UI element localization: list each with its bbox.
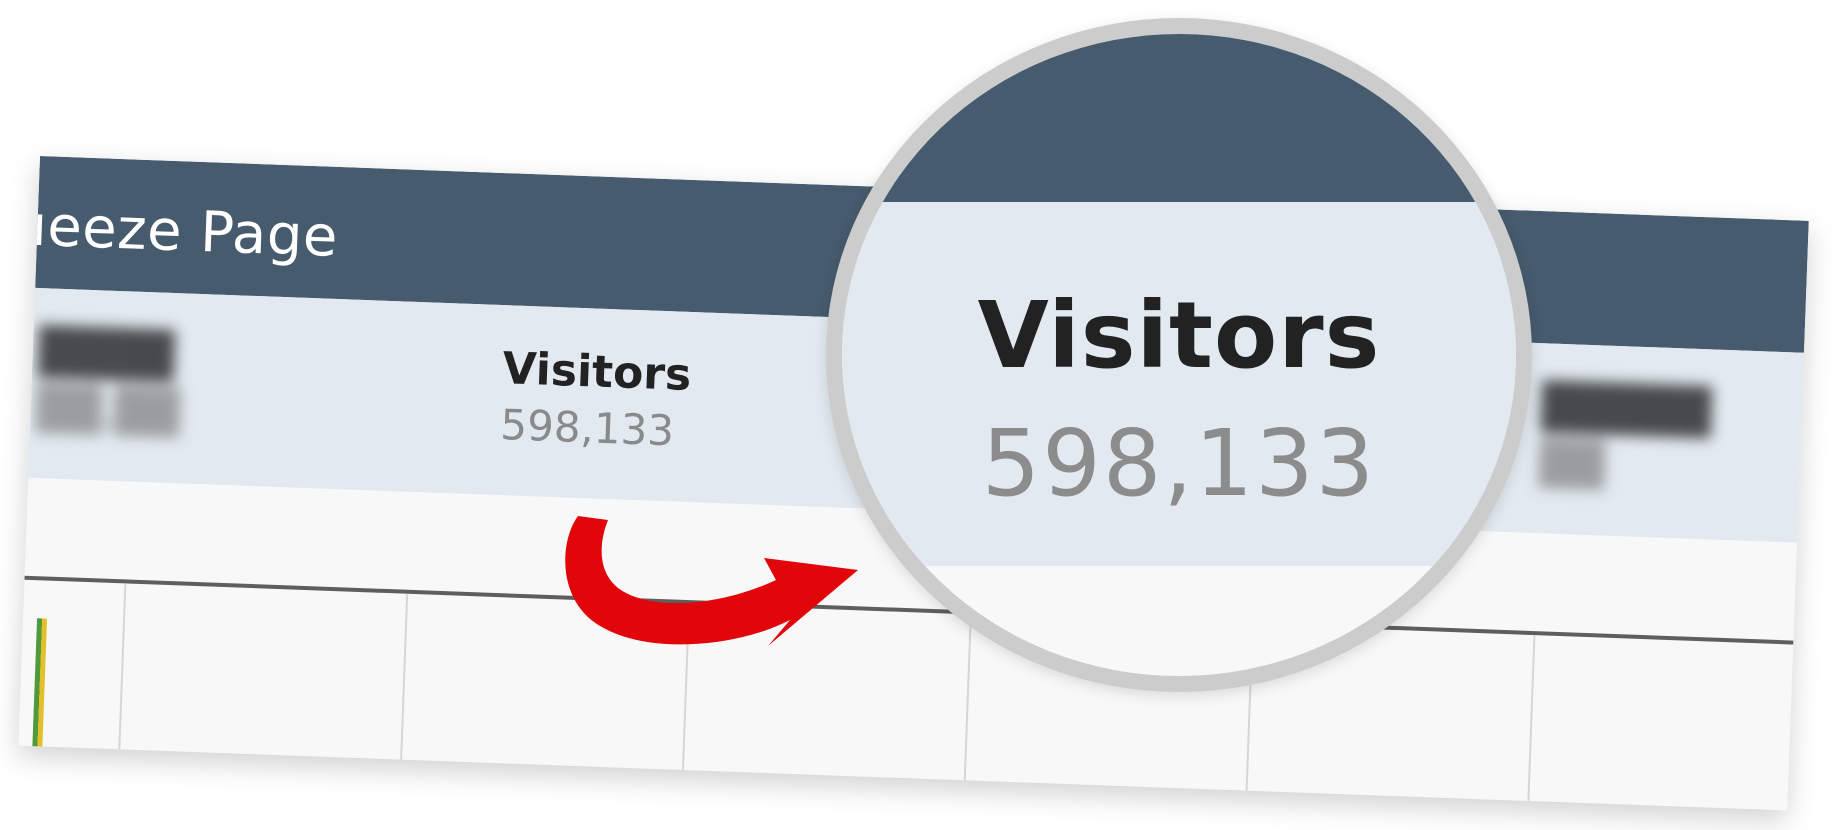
stat-blurred-left: ████ ██,██ [36,326,182,437]
stat-blurred-right: █████ ██ [1539,381,1712,493]
stage: ueeze Page ████ ██,██ Visitors 598,133 █… [0,0,1832,830]
magnifier-header [842,34,1516,202]
panel-title: ueeze Page [18,193,340,270]
stat-blurred-left-label: ████ [37,326,176,383]
magnifier-visitors-label: Visitors [977,282,1381,389]
chart-gridline [963,614,972,785]
stat-visitors-label: Visitors [501,343,693,401]
stat-blurred-right-value: ██ [1538,438,1606,490]
stat-visitors: Visitors 598,133 [500,343,693,456]
stat-blurred-right-label: █████ [1540,381,1712,439]
magnifier-visitors-value: 598,133 [981,410,1377,517]
chart-gridline [1527,635,1536,806]
magnifier-lens: Visitors 598,133 [826,18,1532,692]
magnifier-stats: Visitors 598,133 [842,202,1516,566]
chart-gridline [681,604,691,775]
stat-visitors-value: 598,133 [499,400,675,456]
chart-gridline [399,593,409,764]
chart-area [18,575,1794,811]
stat-blurred-left-value: ██,██ [35,383,181,438]
chart-bar [32,618,48,751]
chart-gridline [118,583,127,754]
